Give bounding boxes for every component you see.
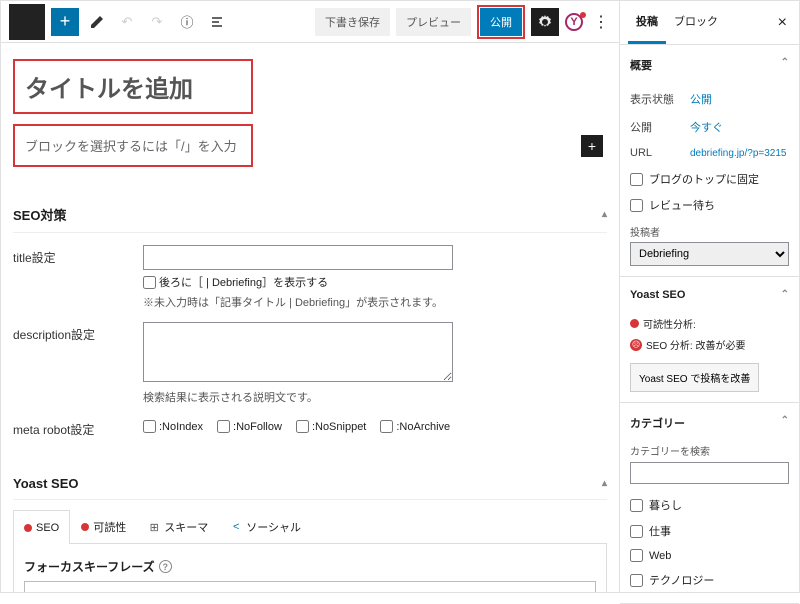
seo-metabox-title[interactable]: SEO対策▴ xyxy=(13,197,607,233)
publish-value[interactable]: 今すぐ xyxy=(690,119,723,135)
nofollow-checkbox[interactable] xyxy=(217,420,230,433)
yoast-metabox-title[interactable]: Yoast SEO▴ xyxy=(13,468,607,500)
yoast-tab-seo[interactable]: SEO xyxy=(13,510,70,544)
sidebar-tab-block[interactable]: ブロック xyxy=(666,1,726,44)
save-draft-button[interactable]: 下書き保存 xyxy=(315,8,390,36)
pending-label: レビュー待ち xyxy=(649,197,715,213)
block-highlight: ブロックを選択するには「/」を入力 xyxy=(13,124,253,167)
yoast-metabox: Yoast SEO▴ SEO 可読性 ⊞スキーマ <ソーシャル フォーカスキーフ… xyxy=(13,468,607,592)
undo-icon[interactable]: ↶ xyxy=(115,10,139,34)
seo-status[interactable]: SEO 分析: 改善が必要 xyxy=(646,337,745,352)
sticky-checkbox[interactable] xyxy=(630,173,643,186)
desc-help-text: 検索結果に表示される説明文です。 xyxy=(143,389,607,405)
category-item: Web xyxy=(649,550,671,562)
chevron-up-icon: ⌃ xyxy=(781,57,789,73)
readability-status[interactable]: 可読性分析: xyxy=(643,316,696,331)
editor-canvas: タイトルを追加 ブロックを選択するには「/」を入力 + SEO対策▴ title… xyxy=(1,43,619,592)
info-icon[interactable]: ⓘ xyxy=(175,10,199,34)
sidebar-tab-post[interactable]: 投稿 xyxy=(628,1,666,44)
meta-robot-label: meta robot設定 xyxy=(13,417,143,438)
noindex-checkbox[interactable] xyxy=(143,420,156,433)
sticky-label: ブログのトップに固定 xyxy=(649,171,759,187)
edit-icon[interactable] xyxy=(85,10,109,34)
category-checkbox[interactable] xyxy=(630,549,643,562)
publish-label: 公開 xyxy=(630,119,690,135)
title-suffix-checkbox[interactable] xyxy=(143,276,156,289)
publish-highlight: 公開 xyxy=(477,5,525,39)
category-item: 仕事 xyxy=(649,523,671,539)
add-block-inline[interactable]: + xyxy=(581,135,603,157)
yoast-panel-header[interactable]: Yoast SEO⌃ xyxy=(620,277,799,313)
redo-icon[interactable]: ↷ xyxy=(145,10,169,34)
close-icon[interactable]: × xyxy=(774,10,791,36)
improve-seo-button[interactable]: Yoast SEO で投稿を改善 xyxy=(630,363,759,392)
yoast-tabs: SEO 可読性 ⊞スキーマ <ソーシャル xyxy=(13,510,607,544)
desc-setting-textarea[interactable] xyxy=(143,322,453,382)
yoast-tab-schema[interactable]: ⊞スキーマ xyxy=(137,510,219,543)
url-value[interactable]: debriefing.jp/?p=3215 xyxy=(690,147,786,160)
desc-setting-label: description設定 xyxy=(13,322,143,343)
category-checkbox[interactable] xyxy=(630,574,643,587)
title-highlight: タイトルを追加 xyxy=(13,59,253,114)
visibility-value[interactable]: 公開 xyxy=(690,91,712,107)
outline-icon[interactable] xyxy=(205,10,229,34)
category-checkbox[interactable] xyxy=(630,525,643,538)
share-icon: < xyxy=(230,521,242,533)
seo-metabox: SEO対策▴ title設定 後ろに［ | Debriefing］を表示する ※… xyxy=(13,197,607,438)
help-icon[interactable]: ? xyxy=(159,560,172,573)
publish-button[interactable]: 公開 xyxy=(480,8,522,36)
nosnippet-checkbox[interactable] xyxy=(296,420,309,433)
title-help-text: ※未入力時は「記事タイトル | Debriefing」が表示されます。 xyxy=(143,294,607,310)
yoast-tab-readability[interactable]: 可読性 xyxy=(70,510,137,543)
chevron-up-icon: ⌃ xyxy=(781,289,789,301)
site-logo[interactable] xyxy=(9,4,45,40)
yoast-icon[interactable]: Y xyxy=(565,13,583,31)
settings-button[interactable] xyxy=(531,8,559,36)
top-toolbar: + ↶ ↷ ⓘ 下書き保存 プレビュー 公開 Y ⋮ xyxy=(1,1,619,43)
focus-keyphrase-input[interactable] xyxy=(24,581,596,592)
pending-checkbox[interactable] xyxy=(630,199,643,212)
preview-button[interactable]: プレビュー xyxy=(396,8,471,36)
chevron-up-icon: ▴ xyxy=(602,209,607,220)
category-checkbox[interactable] xyxy=(630,499,643,512)
focus-keyphrase-label: フォーカスキーフレーズ? xyxy=(24,558,596,575)
sad-face-icon: ☹ xyxy=(630,339,642,351)
yoast-tab-social[interactable]: <ソーシャル xyxy=(219,510,312,543)
title-setting-input[interactable] xyxy=(143,245,453,270)
block-prompt[interactable]: ブロックを選択するには「/」を入力 xyxy=(25,136,237,155)
summary-panel-header[interactable]: 概要⌃ xyxy=(620,45,799,85)
settings-sidebar: 投稿 ブロック × 概要⌃ 表示状態公開 公開今すぐ URLdebriefing… xyxy=(620,0,800,593)
url-label: URL xyxy=(630,147,690,160)
noarchive-checkbox[interactable] xyxy=(380,420,393,433)
author-label: 投稿者 xyxy=(630,224,789,239)
chevron-up-icon: ⌃ xyxy=(781,415,789,431)
visibility-label: 表示状態 xyxy=(630,91,690,107)
category-item: 暮らし xyxy=(649,497,682,513)
schema-icon: ⊞ xyxy=(148,521,160,533)
more-menu-icon[interactable]: ⋮ xyxy=(589,12,611,32)
author-select[interactable]: Debriefing xyxy=(630,242,789,266)
chevron-up-icon: ▴ xyxy=(602,478,607,489)
category-search-label: カテゴリーを検索 xyxy=(630,443,789,458)
category-search-input[interactable] xyxy=(630,462,789,484)
title-input[interactable]: タイトルを追加 xyxy=(25,69,241,104)
add-block-button[interactable]: + xyxy=(51,8,79,36)
category-item: テクノロジー xyxy=(649,572,714,588)
title-setting-label: title設定 xyxy=(13,245,143,266)
title-suffix-label: 後ろに［ | Debriefing］を表示する xyxy=(159,274,328,290)
categories-panel-header[interactable]: カテゴリー⌃ xyxy=(620,403,799,443)
